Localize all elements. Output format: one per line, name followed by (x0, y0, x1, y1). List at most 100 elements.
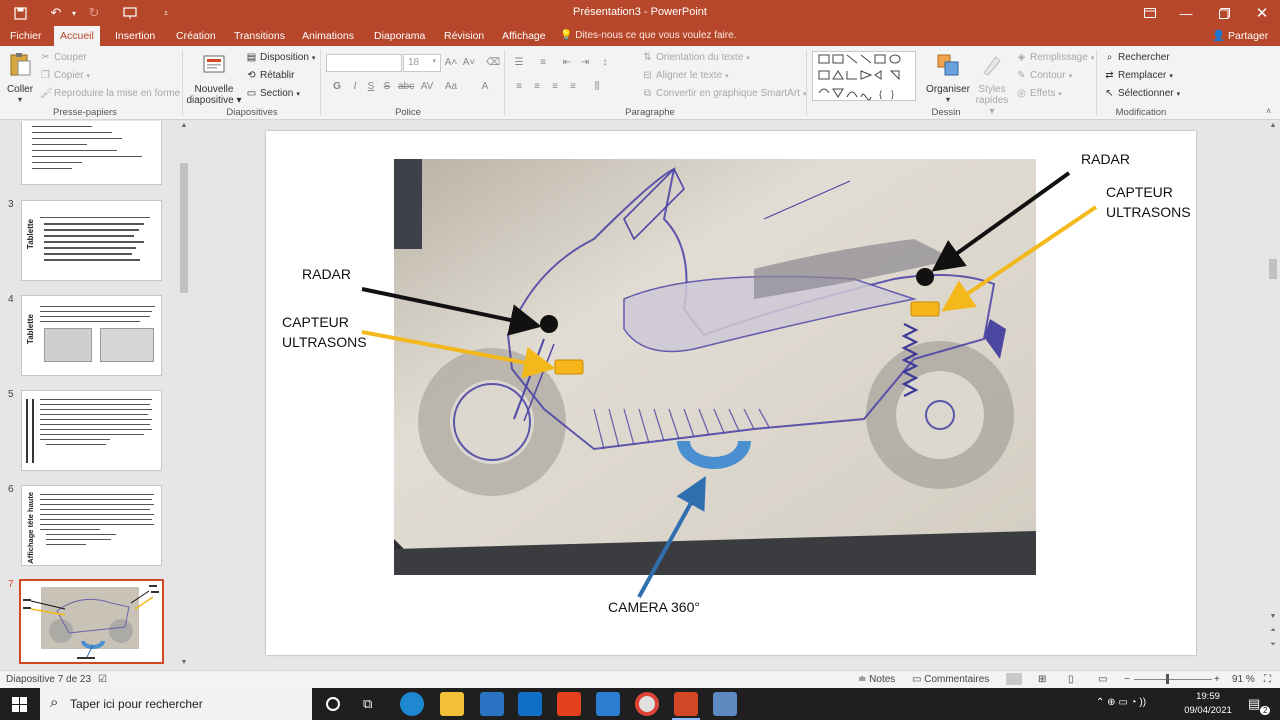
text-direction-button[interactable]: ⇅ Orientation du texte ▾ (642, 52, 750, 63)
store-icon[interactable] (480, 692, 504, 716)
notification-icon[interactable]: ▤ (1248, 696, 1260, 712)
tab-diaporama[interactable]: Diaporama (368, 26, 431, 46)
chrome-icon[interactable] (635, 692, 659, 716)
customize-icon[interactable]: ⩡ (156, 4, 176, 22)
thumbnail-slide-2[interactable] (21, 121, 162, 185)
columns-icon[interactable]: ⫼ (590, 80, 604, 94)
thumbnails-scrollbar[interactable]: ▲ ▼ (179, 121, 189, 670)
bold-icon[interactable]: G (330, 80, 344, 94)
shape-effects-button[interactable]: ◎ Effets ▾ (1016, 88, 1062, 99)
clear-format-icon[interactable]: ⌫ (486, 56, 500, 70)
align-text-button[interactable]: ⊟ Aligner le texte ▾ (642, 70, 728, 81)
find-button[interactable]: ⌕ Rechercher (1104, 52, 1170, 63)
tab-revision[interactable]: Révision (438, 26, 490, 46)
justify-icon[interactable]: ≡ (566, 80, 580, 94)
current-slide[interactable]: RADAR CAPTEUR ULTRASONS RADAR CAPTEUR UL… (266, 131, 1196, 655)
smartart-button[interactable]: ⧉ Convertir en graphique SmartArt ▾ (642, 88, 807, 99)
shapes-gallery[interactable]: { } (812, 51, 916, 101)
numbering-icon[interactable]: ≡ (536, 56, 550, 70)
zoom-in-icon[interactable]: + (1214, 674, 1220, 685)
change-case-icon[interactable]: Aa (444, 80, 458, 94)
zoom-slider[interactable] (1134, 679, 1212, 680)
align-left-icon[interactable]: ≡ (512, 80, 526, 94)
arrange-button[interactable]: Organiser ▾ (922, 51, 974, 104)
slide-sorter-icon[interactable]: ⊞ (1038, 674, 1046, 685)
reading-view-icon[interactable]: ▯ (1068, 674, 1074, 685)
shrink-font-icon[interactable]: A˅ (462, 56, 476, 70)
clock-time[interactable]: 19:59 (1178, 691, 1238, 702)
shape-fill-button[interactable]: ◈ Remplissage ▾ (1016, 52, 1095, 63)
scroll-down-icon[interactable]: ▼ (179, 658, 189, 668)
decrease-indent-icon[interactable]: ⇤ (560, 56, 574, 70)
app-icon[interactable] (713, 692, 737, 716)
minimize-icon[interactable]: — (1168, 0, 1204, 26)
scrollbar-thumb[interactable] (1269, 259, 1277, 279)
tab-accueil[interactable]: Accueil (54, 26, 100, 46)
thumbnail-slide-5[interactable] (21, 390, 162, 471)
tell-me-search[interactable]: 💡 Dites-nous ce que vous voulez faire. (560, 26, 736, 46)
tab-animations[interactable]: Animations (296, 26, 360, 46)
powerpoint-icon[interactable] (674, 692, 698, 716)
ribbon-display-icon[interactable] (1132, 0, 1168, 26)
collapse-ribbon-icon[interactable]: ˄ (1266, 106, 1271, 116)
previous-slide-icon[interactable]: ⏶ (1268, 626, 1278, 636)
align-right-icon[interactable]: ≡ (548, 80, 562, 94)
cut-button[interactable]: ✂ Couper (40, 52, 87, 63)
tab-transitions[interactable]: Transitions (228, 26, 291, 46)
camera-label[interactable]: CAMERA 360° (608, 598, 700, 618)
thumbnail-slide-6[interactable]: Affichage tête haute (21, 485, 162, 566)
fit-slide-icon[interactable]: ⛶ (1264, 674, 1271, 685)
font-size-field[interactable]: 18 ▾ (403, 54, 441, 72)
notes-button[interactable]: ≐ Notes (858, 674, 895, 685)
section-button[interactable]: ▭ Section ▾ (246, 88, 300, 99)
undo-icon[interactable]: ↶ (46, 4, 66, 22)
tab-affichage[interactable]: Affichage (496, 26, 552, 46)
scroll-up-icon[interactable]: ▲ (1268, 121, 1278, 131)
task-view-icon[interactable]: ⧉ (363, 696, 372, 712)
close-icon[interactable]: ✕ (1244, 0, 1280, 26)
italic-icon[interactable]: I (348, 80, 362, 94)
paste-button[interactable]: Coller ▾ (4, 51, 36, 104)
zoom-slider-thumb[interactable] (1166, 674, 1169, 684)
thumbnail-slide-4[interactable]: Tablette (21, 295, 162, 376)
replace-button[interactable]: ⇄ Remplacer ▾ (1104, 70, 1173, 81)
present-icon[interactable] (120, 4, 140, 22)
bullets-icon[interactable]: ☰ (512, 56, 526, 70)
windows-icon[interactable] (12, 697, 27, 715)
taskbar-search[interactable]: ⌕ Taper ici pour rechercher (40, 688, 312, 720)
office-icon[interactable] (557, 692, 581, 716)
align-center-icon[interactable]: ≡ (530, 80, 544, 94)
share-button[interactable]: 👤 Partager (1212, 26, 1268, 46)
undo-dropdown-icon[interactable]: ▾ (64, 4, 84, 22)
tab-creation[interactable]: Création (170, 26, 222, 46)
zoom-out-icon[interactable]: − (1124, 674, 1130, 685)
clock-date[interactable]: 09/04/2021 (1178, 705, 1238, 716)
scroll-up-icon[interactable]: ▲ (179, 121, 189, 131)
reset-button[interactable]: ⟲ Rétablir (246, 70, 294, 81)
thumbnail-slide-7[interactable] (19, 579, 164, 664)
spellcheck-icon[interactable]: ☑ (98, 674, 107, 685)
mail-icon[interactable] (518, 692, 542, 716)
ultrasonic-right-label[interactable]: CAPTEUR ULTRASONS (1106, 183, 1191, 222)
tab-insertion[interactable]: Insertion (109, 26, 161, 46)
scroll-down-icon[interactable]: ▼ (1268, 612, 1278, 622)
scrollbar-thumb[interactable] (180, 163, 188, 293)
strikethrough-icon[interactable]: abc (398, 80, 414, 94)
document-icon[interactable] (596, 692, 620, 716)
radar-left-label[interactable]: RADAR (302, 265, 351, 285)
slideshow-icon[interactable]: ▭ (1098, 674, 1107, 685)
new-slide-button[interactable]: Nouvelle diapositive ▾ (186, 51, 242, 106)
layout-button[interactable]: ▤ Disposition ▾ (246, 52, 316, 63)
explorer-icon[interactable] (440, 692, 464, 716)
copy-button[interactable]: ❐ Copier ▾ (40, 70, 90, 81)
thumbnail-slide-3[interactable]: Tablette (21, 200, 162, 281)
cortana-icon[interactable] (326, 697, 340, 711)
underline-icon[interactable]: S (364, 80, 378, 94)
quick-styles-button[interactable]: Styles rapides ▾ (972, 51, 1012, 117)
ultrasonic-left-label[interactable]: CAPTEUR ULTRASONS (282, 313, 367, 352)
select-button[interactable]: ↖ Sélectionner ▾ (1104, 88, 1180, 99)
format-painter-button[interactable]: 🖌 Reproduire la mise en forme (40, 88, 180, 99)
next-slide-icon[interactable]: ⏷ (1268, 640, 1278, 650)
radar-right-label[interactable]: RADAR (1081, 150, 1130, 170)
shape-outline-button[interactable]: ✎ Contour ▾ (1016, 70, 1072, 81)
